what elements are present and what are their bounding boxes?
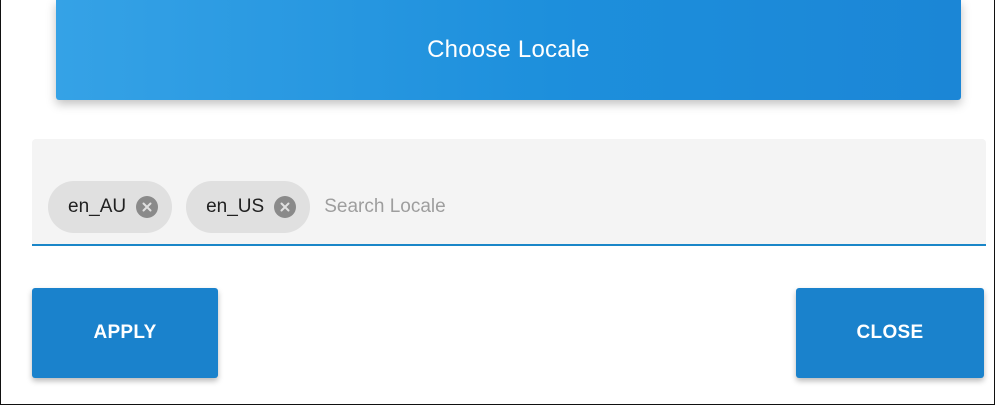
close-button[interactable]: CLOSE: [796, 288, 984, 378]
locale-chip-en-au: en_AU: [48, 181, 173, 233]
chip-label: en_AU: [68, 196, 127, 217]
chip-list: en_AU en_US: [48, 181, 625, 233]
locale-dialog: Choose Locale en_AU en_US Search Locale …: [0, 0, 995, 405]
locale-chip-en-us: en_US: [186, 181, 311, 233]
dialog-header: Choose Locale: [56, 0, 961, 100]
search-locale-input[interactable]: [324, 187, 625, 227]
locale-chip-input[interactable]: en_AU en_US: [32, 139, 986, 246]
dialog-title: Choose Locale: [427, 36, 590, 63]
apply-button[interactable]: APPLY: [32, 288, 218, 378]
chip-label: en_US: [206, 196, 265, 217]
close-circle-icon[interactable]: [136, 196, 159, 218]
close-circle-icon[interactable]: [274, 196, 297, 218]
